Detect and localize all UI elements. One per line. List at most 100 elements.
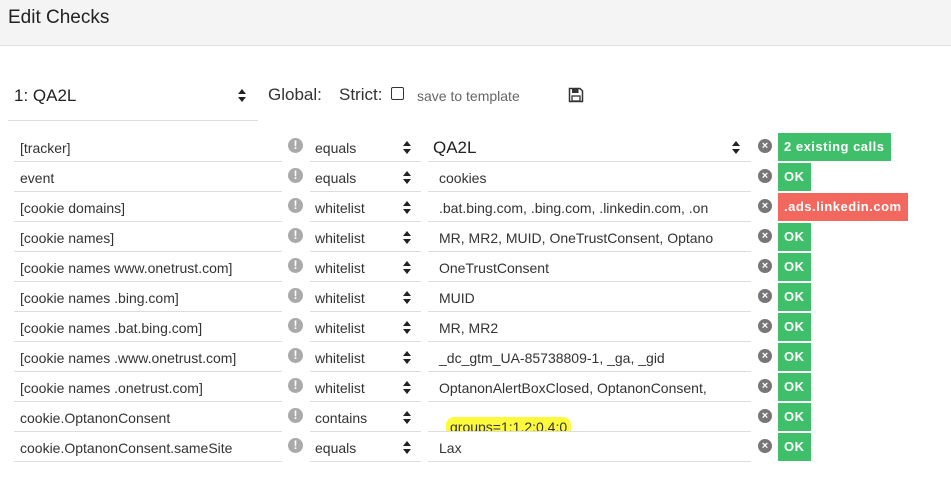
check-value-field[interactable]: MR, MR2: [428, 313, 751, 342]
check-name-field[interactable]: [cookie names .bat.bing.com]: [14, 313, 282, 342]
status-badge[interactable]: OK: [778, 373, 811, 401]
info-icon[interactable]: !: [288, 318, 303, 333]
status-badge[interactable]: .ads.linkedin.com: [778, 193, 908, 221]
operator-select[interactable]: whitelist: [310, 223, 421, 252]
check-name-field[interactable]: [cookie names]: [14, 223, 282, 252]
check-value-text: .bat.bing.com, .bing.com, .linkedin.com,…: [439, 200, 709, 216]
strict-label: Strict:: [339, 85, 383, 104]
remove-check-icon[interactable]: ×: [758, 259, 772, 273]
operator-select[interactable]: whitelist: [310, 283, 421, 312]
select-arrows-icon: [402, 230, 412, 246]
operator-value: equals: [315, 140, 357, 156]
remove-check-icon[interactable]: ×: [758, 349, 772, 363]
operator-select[interactable]: equals: [310, 433, 421, 462]
status-badge[interactable]: OK: [778, 163, 811, 191]
operator-value: equals: [315, 170, 357, 186]
operator-select[interactable]: equals: [310, 163, 421, 192]
remove-check-icon[interactable]: ×: [758, 379, 772, 393]
check-value-field[interactable]: MUID: [428, 283, 751, 312]
remove-check-icon[interactable]: ×: [758, 289, 772, 303]
operator-select[interactable]: whitelist: [310, 253, 421, 282]
select-arrows-icon: [731, 140, 741, 156]
select-arrows-icon: [402, 350, 412, 366]
status-badge[interactable]: OK: [778, 433, 811, 461]
check-value-field[interactable]: OneTrustConsent: [428, 253, 751, 282]
remove-check-icon[interactable]: ×: [758, 409, 772, 423]
info-icon[interactable]: !: [288, 348, 303, 363]
check-name-text: [cookie domains]: [20, 200, 126, 216]
remove-check-icon[interactable]: ×: [758, 439, 772, 453]
profile-select[interactable]: 1: QA2L: [8, 70, 258, 121]
check-row: [cookie names .onetrust.com]! whitelist Op…: [0, 373, 951, 403]
status-badge[interactable]: OK: [778, 283, 811, 311]
check-name-text: event: [20, 170, 55, 186]
info-icon[interactable]: !: [288, 258, 303, 273]
check-value-field[interactable]: Lax: [428, 433, 751, 462]
status-badge[interactable]: OK: [778, 223, 811, 251]
operator-select[interactable]: whitelist: [310, 373, 421, 402]
check-name-text: cookie.OptanonConsent.sameSite: [20, 440, 233, 456]
check-name-text: cookie.OptanonConsent: [20, 410, 171, 426]
check-name-field[interactable]: cookie.OptanonConsent.sameSite: [14, 433, 282, 462]
check-value-text: MUID: [439, 290, 475, 306]
check-name-text: [cookie names .bat.bing.com]: [20, 320, 203, 336]
info-icon[interactable]: !: [288, 408, 303, 423]
save-to-template-link[interactable]: save to template: [417, 88, 520, 104]
select-arrows-icon: [402, 170, 412, 186]
check-row: [cookie names .bing.com]! whitelist MUID × O…: [0, 283, 951, 313]
select-arrows-icon: [402, 260, 412, 276]
operator-select[interactable]: contains: [310, 403, 421, 432]
operator-select[interactable]: whitelist: [310, 313, 421, 342]
status-badge[interactable]: OK: [778, 403, 811, 431]
check-name-field[interactable]: [tracker]: [14, 133, 282, 162]
status-badge[interactable]: OK: [778, 313, 811, 341]
remove-check-icon[interactable]: ×: [758, 169, 772, 183]
check-name-field[interactable]: event: [14, 163, 282, 192]
select-arrows-icon: [402, 140, 412, 156]
operator-select[interactable]: whitelist: [310, 193, 421, 222]
check-row: cookie.OptanonConsent! contains groups=1:1…: [0, 403, 951, 433]
check-name-field[interactable]: [cookie names .onetrust.com]: [14, 373, 282, 402]
operator-select[interactable]: whitelist: [310, 343, 421, 372]
select-arrows-icon: [402, 320, 412, 336]
info-icon[interactable]: !: [288, 168, 303, 183]
select-arrows-icon: [402, 440, 412, 456]
strict-checkbox[interactable]: [391, 87, 404, 100]
check-name-text: [cookie names .bing.com]: [20, 290, 179, 306]
floppy-disk-icon[interactable]: [568, 87, 584, 103]
check-name-field[interactable]: [cookie names www.onetrust.com]: [14, 253, 282, 282]
check-value-field[interactable]: OptanonAlertBoxClosed, OptanonConsent,: [428, 373, 751, 402]
status-badge[interactable]: 2 existing calls: [778, 133, 891, 161]
info-icon[interactable]: !: [288, 288, 303, 303]
remove-check-icon[interactable]: ×: [758, 229, 772, 243]
operator-value: whitelist: [315, 320, 365, 336]
check-value-field[interactable]: cookies: [428, 163, 751, 192]
info-icon[interactable]: !: [288, 378, 303, 393]
info-icon[interactable]: !: [288, 228, 303, 243]
info-icon[interactable]: !: [288, 198, 303, 213]
check-value-field[interactable]: MR, MR2, MUID, OneTrustConsent, Optano: [428, 223, 751, 252]
check-name-field[interactable]: [cookie domains]: [14, 193, 282, 222]
check-value-text: MR, MR2, MUID, OneTrustConsent, Optano: [439, 230, 714, 246]
check-row: [cookie names www.onetrust.com]! whitelis…: [0, 253, 951, 283]
page-header: Edit Checks: [0, 0, 951, 46]
check-name-field[interactable]: cookie.OptanonConsent: [14, 403, 282, 432]
check-name-text: [cookie names www.onetrust.com]: [20, 260, 233, 276]
check-value-field[interactable]: .bat.bing.com, .bing.com, .linkedin.com,…: [428, 193, 751, 222]
select-arrows-icon: [237, 88, 247, 104]
info-icon[interactable]: !: [288, 138, 303, 153]
status-badge[interactable]: OK: [778, 253, 811, 281]
check-name-field[interactable]: [cookie names .www.onetrust.com]: [14, 343, 282, 372]
remove-check-icon[interactable]: ×: [758, 319, 772, 333]
check-value-text: QA2L: [433, 138, 477, 157]
remove-check-icon[interactable]: ×: [758, 139, 772, 153]
check-name-field[interactable]: [cookie names .bing.com]: [14, 283, 282, 312]
remove-check-icon[interactable]: ×: [758, 199, 772, 213]
status-badge[interactable]: OK: [778, 343, 811, 371]
check-value-field[interactable]: groups=1:1,2:0,4:0: [428, 403, 751, 432]
tracker-select[interactable]: QA2L: [428, 133, 751, 162]
check-value-field[interactable]: _dc_gtm_UA-85738809-1, _ga, _gid: [428, 343, 751, 372]
select-arrows-icon: [402, 380, 412, 396]
info-icon[interactable]: !: [288, 438, 303, 453]
operator-select[interactable]: equals: [310, 133, 421, 162]
